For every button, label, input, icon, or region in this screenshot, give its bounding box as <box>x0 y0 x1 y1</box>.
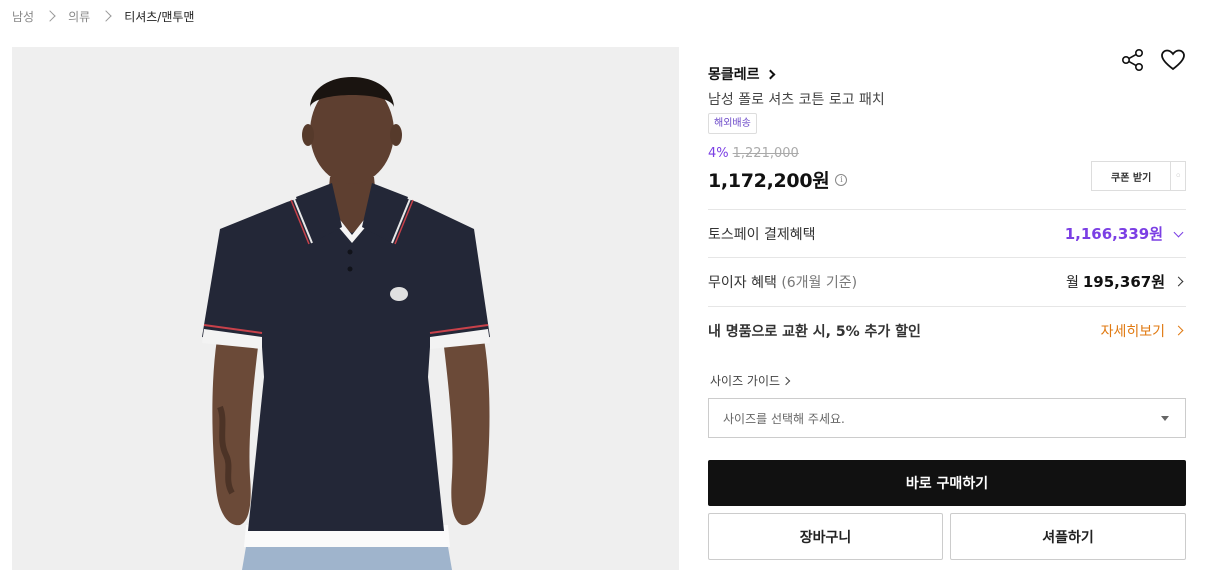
coupon-button[interactable]: 쿠폰 받기 ◦ <box>1091 161 1186 191</box>
shipping-badge: 해외배송 <box>708 113 757 134</box>
chevron-down-icon <box>1173 227 1184 237</box>
breadcrumb-item-clothing[interactable]: 의류 <box>68 8 90 25</box>
tradein-row[interactable]: 내 명품으로 교환 시, 5% 추가 할인 자세히보기 <box>708 306 1186 354</box>
shuffle-button[interactable]: 셔플하기 <box>950 513 1186 560</box>
tradein-detail-link[interactable]: 자세히보기 <box>1101 321 1186 341</box>
cart-button[interactable]: 장바구니 <box>708 513 943 560</box>
info-icon[interactable]: i <box>835 173 848 186</box>
caret-down-icon <box>1161 415 1169 421</box>
heart-icon[interactable] <box>1160 47 1186 73</box>
product-image[interactable] <box>12 47 679 570</box>
product-actions-icons <box>1120 47 1186 73</box>
tosspay-value: 1,166,339원 <box>1064 225 1163 243</box>
price-row: 1,172,200원 i <box>708 166 848 193</box>
chevron-right-icon <box>781 376 791 385</box>
chevron-right-icon <box>765 69 775 79</box>
chevron-right-icon <box>44 10 56 22</box>
tosspay-value-toggle[interactable]: 1,166,339원 <box>1065 223 1186 244</box>
sale-price: 1,172,200원 <box>708 170 830 192</box>
installment-value-link[interactable]: 월 195,367원 <box>1066 271 1186 292</box>
brand-name: 몽클레르 <box>708 67 760 83</box>
discount-rate: 4% <box>708 146 729 161</box>
tosspay-label: 토스페이 결제혜택 <box>708 226 816 243</box>
size-guide-link[interactable]: 사이즈 가이드 <box>710 372 791 389</box>
breadcrumb-item-current: 티셔츠/맨투맨 <box>124 9 195 24</box>
download-icon: ◦ <box>1174 170 1182 182</box>
breadcrumb-item-men[interactable]: 남성 <box>12 8 34 25</box>
breadcrumb: 남성 의류 티셔츠/맨투맨 <box>12 7 194 25</box>
size-select-placeholder: 사이즈를 선택해 주세요. <box>723 411 845 426</box>
discount-row: 4% 1,221,000 <box>708 146 799 161</box>
product-photo <box>12 47 679 570</box>
share-icon[interactable] <box>1120 47 1146 73</box>
coupon-button-label: 쿠폰 받기 <box>1111 172 1152 184</box>
buy-now-button[interactable]: 바로 구매하기 <box>708 460 1186 506</box>
tradein-label: 내 명품으로 교환 시, 5% 추가 할인 <box>708 323 921 340</box>
installment-note: (6개월 기준) <box>781 274 858 291</box>
installment-label: 무이자 혜택 (6개월 기준) <box>708 272 857 292</box>
brand-link[interactable]: 몽클레르 <box>708 64 775 84</box>
chevron-right-icon <box>1173 325 1184 336</box>
original-price: 1,221,000 <box>732 146 799 161</box>
size-guide-label: 사이즈 가이드 <box>710 374 781 388</box>
size-select[interactable]: 사이즈를 선택해 주세요. <box>708 398 1186 438</box>
product-name: 남성 폴로 셔츠 코튼 로고 패치 <box>708 92 885 108</box>
tosspay-benefit-row[interactable]: 토스페이 결제혜택 1,166,339원 <box>708 209 1186 257</box>
chevron-right-icon <box>1173 276 1184 287</box>
installment-prefix: 월 <box>1065 274 1079 291</box>
installment-title: 무이자 혜택 <box>708 274 777 291</box>
chevron-right-icon <box>100 10 112 22</box>
installment-value: 195,367원 <box>1082 273 1165 291</box>
installment-benefit-row[interactable]: 무이자 혜택 (6개월 기준) 월 195,367원 <box>708 257 1186 305</box>
tradein-link-label: 자세히보기 <box>1100 323 1165 340</box>
